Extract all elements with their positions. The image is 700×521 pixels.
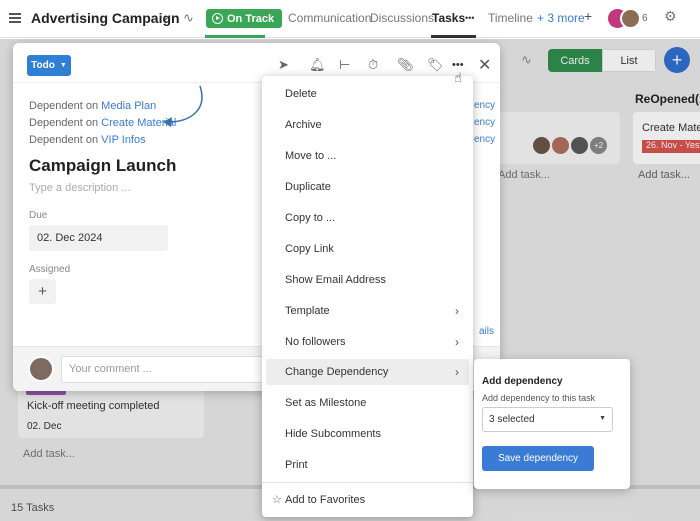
- menu-item-hide-subcomments[interactable]: Hide Subcomments: [262, 421, 473, 447]
- menu-item-followers[interactable]: No followers ›: [262, 329, 473, 355]
- top-bar: Advertising Campaign ⌄ ∿ On Track Commun…: [0, 0, 700, 38]
- chevron-right-icon: ›: [455, 365, 459, 379]
- menu-item-label: No followers: [285, 336, 346, 348]
- dependency-select[interactable]: 3 selected ▼: [482, 407, 613, 432]
- chevron-right-icon: ›: [455, 335, 459, 349]
- menu-item-change-dependency[interactable]: Change Dependency ›: [266, 359, 469, 385]
- details-link-partial[interactable]: ails: [479, 326, 494, 337]
- save-dependency-button[interactable]: Save dependency: [482, 446, 594, 471]
- add-dependency-popover: Add dependency Add dependency to this ta…: [474, 359, 630, 489]
- caret-down-icon: ▼: [599, 415, 606, 422]
- menu-item-show-email[interactable]: Show Email Address: [262, 267, 473, 293]
- tag-icon[interactable]: 🏷︎: [427, 57, 444, 73]
- send-icon[interactable]: ➤: [278, 57, 289, 73]
- dependency-link[interactable]: Media Plan: [101, 100, 156, 112]
- caret-down-icon: ▼: [59, 62, 67, 69]
- avatar[interactable]: [620, 8, 641, 29]
- dependency-link[interactable]: VIP Infos: [101, 134, 145, 146]
- dependency-line: Dependent on VIP Infos: [29, 134, 146, 146]
- tab-timeline[interactable]: Timeline: [488, 11, 533, 25]
- menu-item-move-to[interactable]: Move to ...: [262, 143, 473, 169]
- description-field[interactable]: Type a description ...: [29, 182, 131, 194]
- play-icon: [212, 13, 223, 24]
- menu-item-duplicate[interactable]: Duplicate: [262, 174, 473, 200]
- dependency-link-partial[interactable]: ency: [474, 117, 495, 128]
- dependency-prefix: Dependent on: [29, 117, 102, 129]
- menu-item-archive[interactable]: Archive: [262, 112, 473, 138]
- menu-item-set-milestone[interactable]: Set as Milestone: [262, 390, 473, 416]
- chevron-right-icon: ›: [455, 304, 459, 318]
- add-tab-icon[interactable]: +: [584, 8, 592, 24]
- avatar: [28, 356, 54, 382]
- status-badge[interactable]: On Track: [206, 9, 283, 28]
- tab-more[interactable]: + 3 more: [537, 11, 585, 25]
- menu-item-label: Change Dependency: [285, 366, 389, 378]
- activity-icon[interactable]: ∿: [183, 10, 194, 26]
- gear-icon[interactable]: ⚙: [664, 8, 677, 25]
- project-title[interactable]: Advertising Campaign: [31, 10, 180, 26]
- menu-item-copy-link[interactable]: Copy Link: [262, 236, 473, 262]
- dependency-line: Dependent on Media Plan: [29, 100, 156, 112]
- timer-icon[interactable]: ⏱︎: [368, 57, 378, 73]
- attachment-icon[interactable]: 📎︎: [397, 57, 414, 73]
- menu-item-copy-to[interactable]: Copy to ...: [262, 205, 473, 231]
- tab-communication[interactable]: Communication: [288, 11, 371, 25]
- task-actions-menu: Delete Archive Move to ... Duplicate Cop…: [262, 76, 473, 517]
- status-underline: [205, 35, 265, 38]
- menu-item-template[interactable]: Template ›: [262, 298, 473, 324]
- menu-icon[interactable]: [9, 13, 21, 23]
- close-icon[interactable]: ✕: [478, 55, 491, 75]
- select-value: 3 selected: [489, 414, 535, 425]
- hand-cursor-icon: ☝: [454, 70, 462, 85]
- popover-subtitle: Add dependency to this task: [482, 393, 596, 403]
- dependency-prefix: Dependent on: [29, 134, 102, 146]
- dependency-link-partial[interactable]: ency: [474, 134, 495, 145]
- active-tab-underline: [431, 35, 476, 38]
- bell-icon[interactable]: 🔔︎: [309, 57, 326, 73]
- subtask-icon[interactable]: ⊢: [339, 57, 350, 73]
- chevron-down-icon[interactable]: ⌄: [161, 10, 170, 23]
- add-assignee-button[interactable]: +: [29, 279, 56, 304]
- menu-item-print[interactable]: Print: [262, 452, 473, 478]
- tab-more-dots-icon[interactable]: •••: [465, 13, 474, 23]
- due-label: Due: [29, 210, 48, 221]
- dependency-prefix: Dependent on: [29, 100, 102, 112]
- menu-item-label: Template: [285, 305, 330, 317]
- dependency-line: Dependent on Create Material: [29, 117, 176, 129]
- dependency-link[interactable]: Create Material: [101, 117, 176, 129]
- status-label: On Track: [227, 12, 275, 25]
- assigned-label: Assigned: [29, 264, 71, 275]
- due-date-field[interactable]: 02. Dec 2024: [29, 225, 168, 251]
- task-title[interactable]: Campaign Launch: [29, 156, 176, 176]
- member-count[interactable]: 6: [642, 13, 648, 24]
- tab-tasks[interactable]: Tasks: [432, 11, 465, 25]
- menu-item-delete[interactable]: Delete: [262, 81, 473, 107]
- comment-input[interactable]: Your comment ...: [61, 356, 265, 383]
- menu-item-add-favorites[interactable]: Add to Favorites: [262, 487, 473, 513]
- dependency-link-partial[interactable]: ency: [474, 100, 495, 111]
- popover-title: Add dependency: [482, 376, 563, 387]
- status-dropdown[interactable]: Todo ▼: [27, 55, 71, 76]
- status-label: Todo: [31, 60, 55, 71]
- menu-divider: [262, 482, 473, 483]
- tab-discussions[interactable]: Discussions: [370, 11, 434, 25]
